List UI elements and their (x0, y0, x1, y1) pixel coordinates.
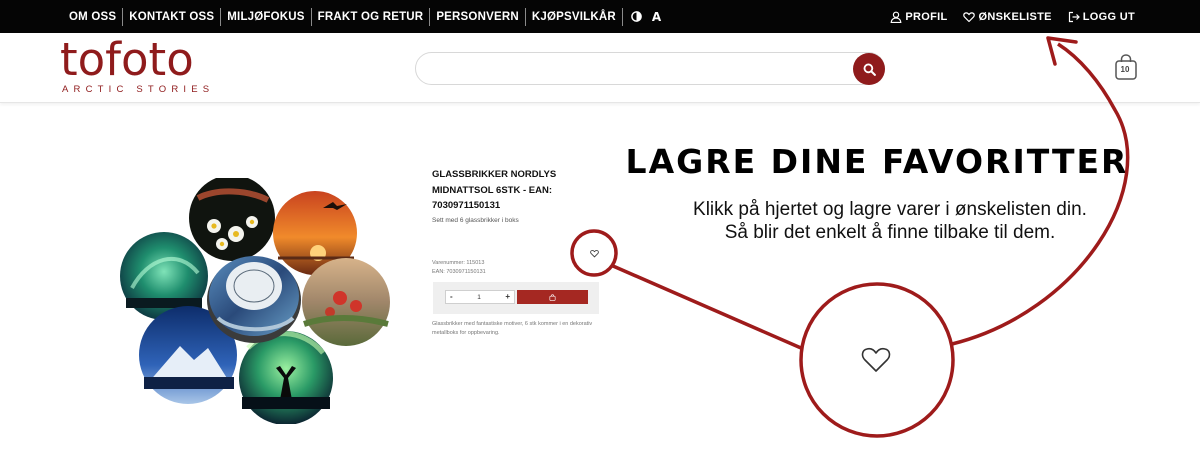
top-bar: OM OSS KONTAKT OSS MILJØFOKUS FRAKT OG R… (0, 0, 1200, 33)
add-to-cart-button[interactable] (517, 290, 588, 304)
logout-icon (1068, 11, 1080, 22)
heart-icon (861, 347, 891, 372)
coaster-daisies (189, 178, 275, 261)
site-header: tofoto ARCTIC STORIES 10 (0, 33, 1200, 103)
nav-link-om-oss[interactable]: OM OSS (63, 7, 124, 26)
nav-link-frakt-og-retur[interactable]: FRAKT OG RETUR (312, 7, 431, 26)
nav-link-miljofokus[interactable]: MILJØFOKUS (221, 7, 312, 26)
contrast-icon[interactable] (631, 11, 642, 22)
nav-link-personvern[interactable]: PERSONVERN (430, 7, 526, 26)
add-to-wishlist-button[interactable] (586, 245, 602, 261)
ean-number: EAN: 7030971150131 (432, 269, 486, 275)
promo-line-2: Så blir det enkelt å finne tilbake til d… (724, 222, 1056, 243)
heart-icon (963, 11, 976, 22)
search-input[interactable] (415, 52, 885, 85)
promo-line-1: Klikk på hjertet og lagre varer i ønskel… (693, 199, 1087, 220)
font-size-icon[interactable]: A (652, 10, 661, 24)
search-icon (863, 63, 876, 76)
product-info: GLASSBRIKKER NORDLYS MIDNATTSOL 6STK - E… (432, 167, 602, 224)
wishlist-link[interactable]: ØNSKELISTE (963, 11, 1051, 23)
product-meta: Varenummer: 115013 EAN: 7030971150131 (432, 259, 486, 277)
logo-wordmark: tofoto (60, 33, 194, 86)
user-icon (890, 11, 902, 23)
logout-link[interactable]: LOGG UT (1068, 11, 1135, 23)
highlight-circle-large (799, 282, 955, 438)
product-title: GLASSBRIKKER NORDLYS MIDNATTSOL 6STK - E… (432, 169, 557, 211)
cart-count-badge: 10 (1120, 65, 1130, 74)
profile-label: PROFIL (905, 10, 948, 23)
shopping-bag-icon (549, 293, 556, 301)
coaster-aurora-person (239, 331, 333, 424)
logout-label: LOGG UT (1082, 10, 1135, 23)
profile-link[interactable]: PROFIL (890, 11, 947, 23)
coaster-tin-box (207, 256, 301, 343)
quantity-stepper: - 1 + (445, 290, 515, 304)
promo-text: Klikk på hjertet og lagre varer i ønskel… (620, 198, 1160, 244)
search-button[interactable] (853, 53, 885, 85)
nav-link-kjopsvilkar[interactable]: KJØPSVILKÅR (526, 7, 623, 26)
purchase-panel: - 1 + (433, 282, 599, 314)
product-image[interactable] (118, 178, 408, 424)
promo-heading: LAGRE DINE FAVORITTER (625, 142, 1129, 181)
quantity-value[interactable]: 1 (477, 294, 481, 301)
cart-button[interactable]: 10 (1113, 53, 1139, 81)
product-description: Glassbrikker med fantastiske motiver, 6 … (432, 321, 593, 336)
item-number: Varenummer: 115013 (432, 260, 485, 266)
top-navigation: OM OSS KONTAKT OSS MILJØFOKUS FRAKT OG R… (63, 0, 661, 33)
nav-link-kontakt-oss[interactable]: KONTAKT OSS (123, 7, 222, 26)
quantity-increase-button[interactable]: + (505, 292, 510, 302)
tofoto-logo[interactable]: tofoto ARCTIC STORIES (60, 33, 220, 98)
coaster-field (302, 258, 390, 346)
quantity-decrease-button[interactable]: - (450, 292, 453, 302)
logo-tagline: ARCTIC STORIES (62, 84, 215, 95)
wishlist-label: ØNSKELISTE (978, 10, 1052, 23)
heart-icon (589, 249, 599, 257)
user-navigation: PROFIL ØNSKELISTE LOGG UT (874, 0, 1135, 33)
product-subtitle: Sett med 6 glassbrikker i boks (432, 216, 519, 224)
connector-line (612, 264, 802, 350)
